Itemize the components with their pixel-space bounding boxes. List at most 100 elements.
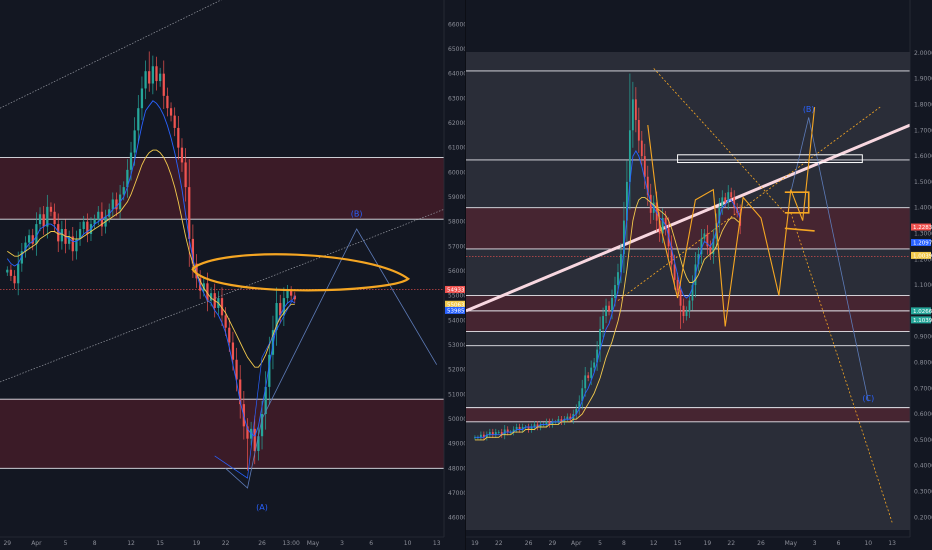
candle-body bbox=[730, 192, 733, 198]
y-tick-label-16: 50000.00 bbox=[448, 416, 466, 423]
price-tag-label-1: 1.20979 bbox=[913, 241, 932, 247]
candle-body bbox=[685, 310, 688, 317]
x-tick-label-5: 5 bbox=[598, 540, 602, 547]
candle-body bbox=[608, 305, 610, 311]
y-tick-label-17: 0.30000 bbox=[914, 488, 932, 495]
candle-body bbox=[27, 235, 31, 243]
y-tick-label-8: 58000.00 bbox=[448, 219, 466, 226]
resistance-zone-2 bbox=[466, 407, 910, 422]
y-tick-label-14: 0.60000 bbox=[914, 411, 932, 418]
candle-body bbox=[82, 221, 85, 230]
candle-body bbox=[724, 197, 727, 203]
x-tick-label-0: 29 bbox=[3, 540, 11, 547]
candle-body bbox=[721, 197, 724, 208]
x-tick-label-14: 13 bbox=[433, 540, 441, 547]
candle-body bbox=[155, 66, 158, 82]
candle-body bbox=[137, 108, 140, 131]
y-tick-label-13: 0.70000 bbox=[914, 385, 932, 392]
candle-body bbox=[631, 99, 634, 131]
candle-body bbox=[640, 140, 643, 157]
candle-body bbox=[584, 375, 587, 389]
x-tick-label-11: 3 bbox=[340, 540, 344, 547]
candle-body bbox=[497, 432, 500, 433]
candle-body bbox=[13, 275, 16, 284]
price-tag-label-4: 1.10396 bbox=[913, 318, 932, 324]
y-tick-label-2: 64000.00 bbox=[448, 71, 466, 78]
price-tag-label-0: 1.22830 bbox=[913, 225, 932, 231]
y-tick-label-5: 1.50000 bbox=[914, 179, 932, 186]
y-tick-label-18: 0.20000 bbox=[914, 514, 932, 521]
x-tick-label-11: 26 bbox=[757, 540, 765, 547]
x-tick-label-3: 8 bbox=[93, 540, 97, 547]
upper-channel-line bbox=[0, 0, 222, 109]
candle-body bbox=[688, 300, 691, 311]
candle-body bbox=[111, 199, 114, 210]
left-chart-svg[interactable]: (B)(A)66000.0065000.0064000.0063000.0062… bbox=[0, 0, 466, 550]
candle-body bbox=[637, 119, 640, 141]
y-tick-label-9: 57000.00 bbox=[448, 243, 466, 250]
right-chart-svg[interactable]: (B) (C) 2.00000 1.90000 1.80000 1.70000 1.6000… bbox=[466, 0, 932, 550]
candle-body bbox=[614, 285, 616, 298]
right-chart-panel[interactable]: (B) (C) 2.00000 1.90000 1.80000 1.70000 1.6000… bbox=[466, 0, 932, 550]
shaded-range-box bbox=[466, 52, 910, 530]
y-tick-label-1: 65000.00 bbox=[448, 46, 466, 53]
x-tick-label-7: 22 bbox=[222, 540, 230, 547]
y-tick-label-14: 52000.00 bbox=[448, 367, 466, 374]
y-tick-label-0: 66000.00 bbox=[448, 21, 466, 28]
x-tick-label-2: 26 bbox=[525, 540, 533, 547]
candle-body bbox=[133, 130, 136, 153]
x-tick-label-8: 26 bbox=[258, 540, 266, 547]
candle-body bbox=[31, 235, 34, 244]
candle-body bbox=[231, 342, 235, 360]
candle-body bbox=[129, 152, 133, 170]
y-tick-label-18: 48000.00 bbox=[448, 465, 466, 472]
wave-label-0: (B) bbox=[351, 210, 363, 219]
candle-body bbox=[290, 290, 293, 296]
x-tick-label-16: 13 bbox=[888, 540, 896, 547]
candle-body bbox=[53, 211, 56, 225]
candle-body bbox=[634, 99, 637, 120]
wave-label-1: (C) bbox=[862, 394, 874, 403]
candle-body bbox=[17, 263, 20, 284]
y-tick-label-2: 1.80000 bbox=[914, 101, 932, 108]
y-tick-label-3: 63000.00 bbox=[448, 95, 466, 102]
candle-body bbox=[38, 214, 42, 225]
x-tick-label-0: 19 bbox=[471, 540, 479, 547]
candle-body bbox=[6, 269, 9, 273]
candle-body bbox=[159, 73, 162, 82]
candle-body bbox=[679, 290, 682, 306]
price-tag-label-3: 1.02666 bbox=[913, 309, 932, 315]
x-tick-label-12: May bbox=[785, 540, 798, 547]
candle-body bbox=[68, 236, 71, 244]
candle-body bbox=[676, 279, 679, 291]
y-tick-label-12: 54000.00 bbox=[448, 317, 466, 324]
candle-body bbox=[587, 375, 590, 378]
candle-body bbox=[140, 88, 144, 109]
candle-body bbox=[122, 187, 125, 195]
y-tick-label-1: 1.90000 bbox=[914, 76, 932, 83]
left-chart-panel[interactable]: (B)(A)66000.0065000.0064000.0063000.0062… bbox=[0, 0, 466, 550]
candle-body bbox=[224, 315, 227, 328]
y-tick-label-6: 1.40000 bbox=[914, 205, 932, 212]
y-tick-label-15: 0.50000 bbox=[914, 437, 932, 444]
candle-body bbox=[151, 66, 154, 84]
candle-body bbox=[166, 95, 169, 109]
x-tick-label-7: 12 bbox=[650, 540, 658, 547]
candle-body bbox=[184, 162, 187, 188]
candle-body bbox=[605, 305, 607, 317]
candle-body bbox=[173, 115, 176, 128]
candle-body bbox=[286, 290, 289, 299]
wave-label-1: (A) bbox=[256, 503, 268, 512]
x-tick-label-15: 10 bbox=[864, 540, 872, 547]
y-tick-label-7: 59000.00 bbox=[448, 194, 466, 201]
y-tick-label-0: 2.00000 bbox=[914, 50, 932, 57]
candle-body bbox=[617, 272, 619, 286]
candle-body bbox=[148, 71, 151, 84]
candle-body bbox=[228, 327, 231, 343]
orange-ellipse-drawing bbox=[191, 253, 411, 292]
x-tick-label-2: 5 bbox=[64, 540, 68, 547]
x-tick-label-6: 8 bbox=[622, 540, 626, 547]
x-tick-label-10: 22 bbox=[727, 540, 735, 547]
y-tick-label-15: 51000.00 bbox=[448, 391, 466, 398]
y-tick-label-5: 61000.00 bbox=[448, 145, 466, 152]
